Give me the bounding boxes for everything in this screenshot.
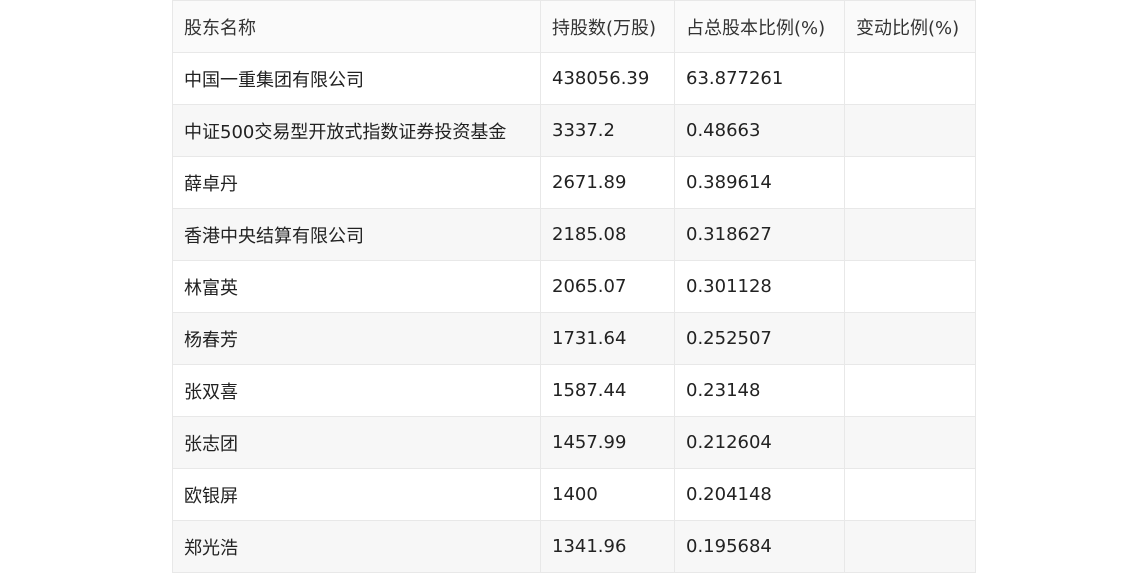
cell-change-ratio [844, 364, 976, 417]
header-shareholder-name: 股东名称 [172, 0, 541, 53]
cell-change-ratio [844, 468, 976, 521]
cell-shares-held: 1731.64 [540, 312, 675, 365]
table-row: 中证500交易型开放式指数证券投资基金 3337.2 0.48663 [172, 104, 976, 157]
header-change-ratio: 变动比例(%) [844, 0, 976, 53]
cell-share-ratio: 0.318627 [674, 208, 845, 261]
cell-share-ratio: 0.204148 [674, 468, 845, 521]
cell-share-ratio: 0.48663 [674, 104, 845, 157]
cell-shares-held: 2065.07 [540, 260, 675, 313]
cell-change-ratio [844, 208, 976, 261]
cell-shares-held: 2671.89 [540, 156, 675, 209]
cell-shares-held: 1400 [540, 468, 675, 521]
table-row: 林富英 2065.07 0.301128 [172, 260, 976, 313]
table-header: 股东名称 持股数(万股) 占总股本比例(%) 变动比例(%) [172, 0, 976, 53]
cell-shares-held: 1587.44 [540, 364, 675, 417]
cell-share-ratio: 63.877261 [674, 52, 845, 105]
cell-shareholder-name: 郑光浩 [172, 520, 541, 573]
cell-share-ratio: 0.212604 [674, 416, 845, 469]
cell-shares-held: 1341.96 [540, 520, 675, 573]
cell-change-ratio [844, 520, 976, 573]
cell-shares-held: 438056.39 [540, 52, 675, 105]
table-row: 中国一重集团有限公司 438056.39 63.877261 [172, 52, 976, 105]
cell-change-ratio [844, 416, 976, 469]
cell-shareholder-name: 张志团 [172, 416, 541, 469]
cell-shares-held: 2185.08 [540, 208, 675, 261]
cell-shareholder-name: 张双喜 [172, 364, 541, 417]
cell-shareholder-name: 杨春芳 [172, 312, 541, 365]
cell-change-ratio [844, 312, 976, 365]
table-row: 张双喜 1587.44 0.23148 [172, 364, 976, 417]
cell-change-ratio [844, 260, 976, 313]
header-share-ratio: 占总股本比例(%) [674, 0, 845, 53]
cell-share-ratio: 0.195684 [674, 520, 845, 573]
cell-shareholder-name: 薛卓丹 [172, 156, 541, 209]
shareholder-table-container: 股东名称 持股数(万股) 占总股本比例(%) 变动比例(%) 中国一重集团有限公… [172, 0, 976, 573]
cell-shareholder-name: 香港中央结算有限公司 [172, 208, 541, 261]
table-row: 香港中央结算有限公司 2185.08 0.318627 [172, 208, 976, 261]
cell-share-ratio: 0.252507 [674, 312, 845, 365]
cell-change-ratio [844, 156, 976, 209]
table-row: 薛卓丹 2671.89 0.389614 [172, 156, 976, 209]
cell-change-ratio [844, 52, 976, 105]
cell-change-ratio [844, 104, 976, 157]
cell-share-ratio: 0.23148 [674, 364, 845, 417]
table-row: 欧银屏 1400 0.204148 [172, 468, 976, 521]
table-row: 张志团 1457.99 0.212604 [172, 416, 976, 469]
cell-shares-held: 3337.2 [540, 104, 675, 157]
cell-share-ratio: 0.389614 [674, 156, 845, 209]
header-row: 股东名称 持股数(万股) 占总股本比例(%) 变动比例(%) [172, 0, 976, 53]
cell-shareholder-name: 林富英 [172, 260, 541, 313]
table-row: 杨春芳 1731.64 0.252507 [172, 312, 976, 365]
cell-shareholder-name: 中国一重集团有限公司 [172, 52, 541, 105]
table-body: 中国一重集团有限公司 438056.39 63.877261 中证500交易型开… [172, 52, 976, 573]
cell-share-ratio: 0.301128 [674, 260, 845, 313]
cell-shareholder-name: 中证500交易型开放式指数证券投资基金 [172, 104, 541, 157]
shareholder-table: 股东名称 持股数(万股) 占总股本比例(%) 变动比例(%) 中国一重集团有限公… [172, 0, 976, 573]
header-shares-held: 持股数(万股) [540, 0, 675, 53]
cell-shares-held: 1457.99 [540, 416, 675, 469]
table-row: 郑光浩 1341.96 0.195684 [172, 520, 976, 573]
cell-shareholder-name: 欧银屏 [172, 468, 541, 521]
